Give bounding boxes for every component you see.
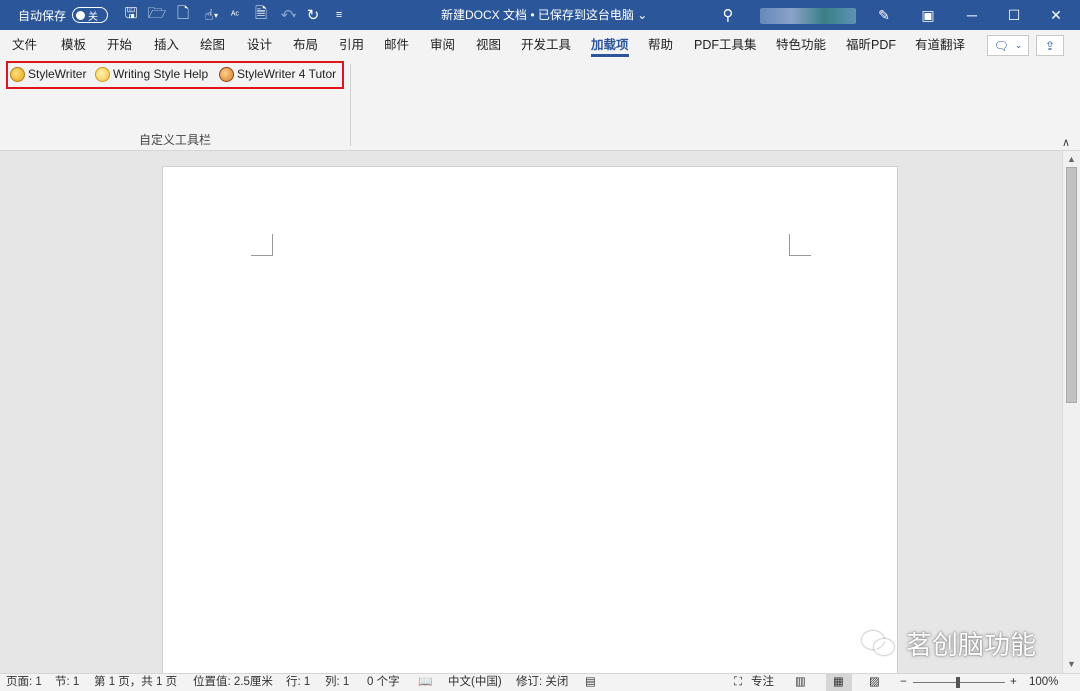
tab-references[interactable]: 引用 (339, 30, 364, 60)
status-focus[interactable]: 专注 (751, 674, 774, 691)
touch-mode-dropdown-icon[interactable]: ▾ (214, 11, 218, 20)
share-icon: ⇪ (1044, 38, 1056, 53)
zoom-in-button[interactable]: + (1010, 674, 1017, 691)
status-word-count[interactable]: 0 个字 (367, 674, 400, 691)
status-line[interactable]: 行: 1 (286, 674, 310, 691)
tab-help[interactable]: 帮助 (648, 30, 673, 60)
tab-add-ins[interactable]: 加载项 (591, 30, 629, 60)
close-icon[interactable]: ✕ (1034, 0, 1078, 30)
tab-special-features[interactable]: 特色功能 (776, 30, 826, 60)
new-document-icon[interactable]: 🗋 (170, 0, 196, 30)
zoom-level[interactable]: 100% (1029, 674, 1058, 691)
touch-mode-icon[interactable]: ☝ (196, 0, 222, 30)
status-column[interactable]: 列: 1 (325, 674, 349, 691)
customize-qat-icon[interactable]: ≡ (326, 0, 352, 30)
user-account[interactable] (760, 8, 856, 24)
group-separator (350, 64, 351, 146)
minimize-icon[interactable]: ─ (950, 0, 994, 30)
document-area (0, 151, 1062, 673)
tab-templates[interactable]: 模板 (61, 30, 86, 60)
tab-youdao-translate[interactable]: 有道翻译 (915, 30, 965, 60)
tab-pdf-tools[interactable]: PDF工具集 (694, 30, 757, 60)
focus-icon[interactable]: ⛶ (734, 674, 742, 691)
print-layout-icon[interactable]: ▦ (833, 674, 844, 691)
stylewriter-tutor-icon (219, 66, 234, 82)
tab-developer[interactable]: 开发工具 (521, 30, 571, 60)
redo-icon[interactable]: ↻ (300, 0, 326, 30)
stylewriter-label: StyleWriter (28, 67, 87, 81)
stylewriter-button[interactable]: StyleWriter (10, 63, 86, 85)
zoom-slider-thumb[interactable] (956, 677, 960, 688)
undo-icon[interactable]: ↶ (274, 0, 300, 30)
document-page[interactable] (162, 166, 898, 673)
tab-layout[interactable]: 布局 (293, 30, 318, 60)
group-label: 自定义工具栏 (138, 133, 211, 147)
status-track-changes[interactable]: 修订: 关闭 (516, 674, 568, 691)
stylewriter-tutor-label: StyleWriter 4 Tutor (237, 67, 337, 81)
status-section[interactable]: 节: 1 (55, 674, 79, 691)
tab-file[interactable]: 文件 (12, 30, 37, 60)
ribbon: StyleWriter Writing Style Help StyleWrit… (0, 60, 1080, 151)
status-language[interactable]: 中文(中国) (448, 674, 502, 691)
scrollbar-thumb[interactable] (1066, 167, 1077, 403)
tab-home[interactable]: 开始 (107, 30, 132, 60)
wechat-logo-icon (862, 629, 898, 659)
writing-style-help-label: Writing Style Help (113, 67, 209, 81)
pen-icon[interactable]: ✎ (862, 0, 906, 30)
stylewriter-tutor-button[interactable]: StyleWriter 4 Tutor (219, 63, 336, 85)
comments-button[interactable]: 🗨 ⌄ (987, 35, 1029, 56)
autosave-toggle[interactable]: 关 (72, 7, 109, 23)
autosave-label: 自动保存 (18, 8, 67, 23)
read-mode-icon[interactable]: ▥ (795, 674, 806, 691)
share-button[interactable]: ⇪ (1036, 35, 1064, 56)
zoom-out-button[interactable]: − (900, 674, 907, 691)
scroll-up-icon[interactable]: ▲ (1063, 151, 1080, 167)
tab-mailings[interactable]: 邮件 (384, 30, 409, 60)
proofing-icon[interactable]: 📖 (418, 674, 432, 691)
stylewriter-icon (10, 66, 25, 82)
margin-corner-top-right (789, 234, 811, 256)
status-position[interactable]: 位置值: 2.5厘米 (193, 674, 273, 691)
margin-corner-top-left (251, 234, 273, 256)
tab-view[interactable]: 视图 (476, 30, 501, 60)
status-page-of[interactable]: 第 1 页，共 1 页 (94, 674, 177, 691)
tab-draw[interactable]: 绘图 (200, 30, 225, 60)
collapse-ribbon-icon[interactable]: ∧ (1062, 136, 1070, 149)
tab-design[interactable]: 设计 (247, 30, 272, 60)
search-icon[interactable]: ⚲ (716, 0, 740, 30)
document-title[interactable]: 新建DOCX 文档 • 已保存到这台电脑 ⌄ (441, 0, 647, 30)
comment-icon: 🗨 (993, 38, 1009, 53)
status-page[interactable]: 页面: 1 (6, 674, 42, 691)
vertical-scrollbar[interactable]: ▲ ▼ (1062, 151, 1080, 673)
tab-foxit-pdf[interactable]: 福昕PDF (846, 30, 896, 60)
watermark: 茗创脑功能 (862, 625, 1036, 662)
scroll-down-icon[interactable]: ▼ (1063, 656, 1080, 672)
print-preview-icon[interactable]: 🗎 (248, 0, 274, 30)
undo-dropdown-icon[interactable]: ▾ (292, 11, 296, 20)
toggle-knob (76, 10, 86, 20)
spelling-icon[interactable]: ᴬᶜ (222, 0, 248, 30)
macro-icon[interactable]: ▤ (585, 674, 596, 691)
ribbon-display-options-icon[interactable]: ▣ (906, 0, 950, 30)
ribbon-tabs: 文件 模板 开始 插入 绘图 设计 布局 引用 邮件 审阅 视图 开发工具 加载… (0, 30, 1080, 60)
save-icon[interactable]: 🖫 (118, 0, 144, 30)
maximize-icon[interactable]: ☐ (992, 0, 1036, 30)
chevron-down-icon: ⌄ (1014, 40, 1023, 50)
title-bar: 自动保存 关 🖫 🗁 🗋 ☝ ▾ ᴬᶜ 🗎 ↶ ▾ ↻ ≡ 新建DOCX 文档 … (0, 0, 1080, 30)
tab-review[interactable]: 审阅 (430, 30, 455, 60)
web-layout-icon[interactable]: ▨ (869, 674, 880, 691)
writing-style-help-icon (95, 66, 110, 82)
watermark-text: 茗创脑功能 (906, 631, 1037, 661)
status-bar: 页面: 1 节: 1 第 1 页，共 1 页 位置值: 2.5厘米 行: 1 列… (0, 673, 1080, 691)
open-folder-icon[interactable]: 🗁 (144, 0, 170, 30)
autosave-state: 关 (88, 11, 99, 23)
tab-insert[interactable]: 插入 (154, 30, 179, 60)
writing-style-help-button[interactable]: Writing Style Help (95, 63, 208, 85)
